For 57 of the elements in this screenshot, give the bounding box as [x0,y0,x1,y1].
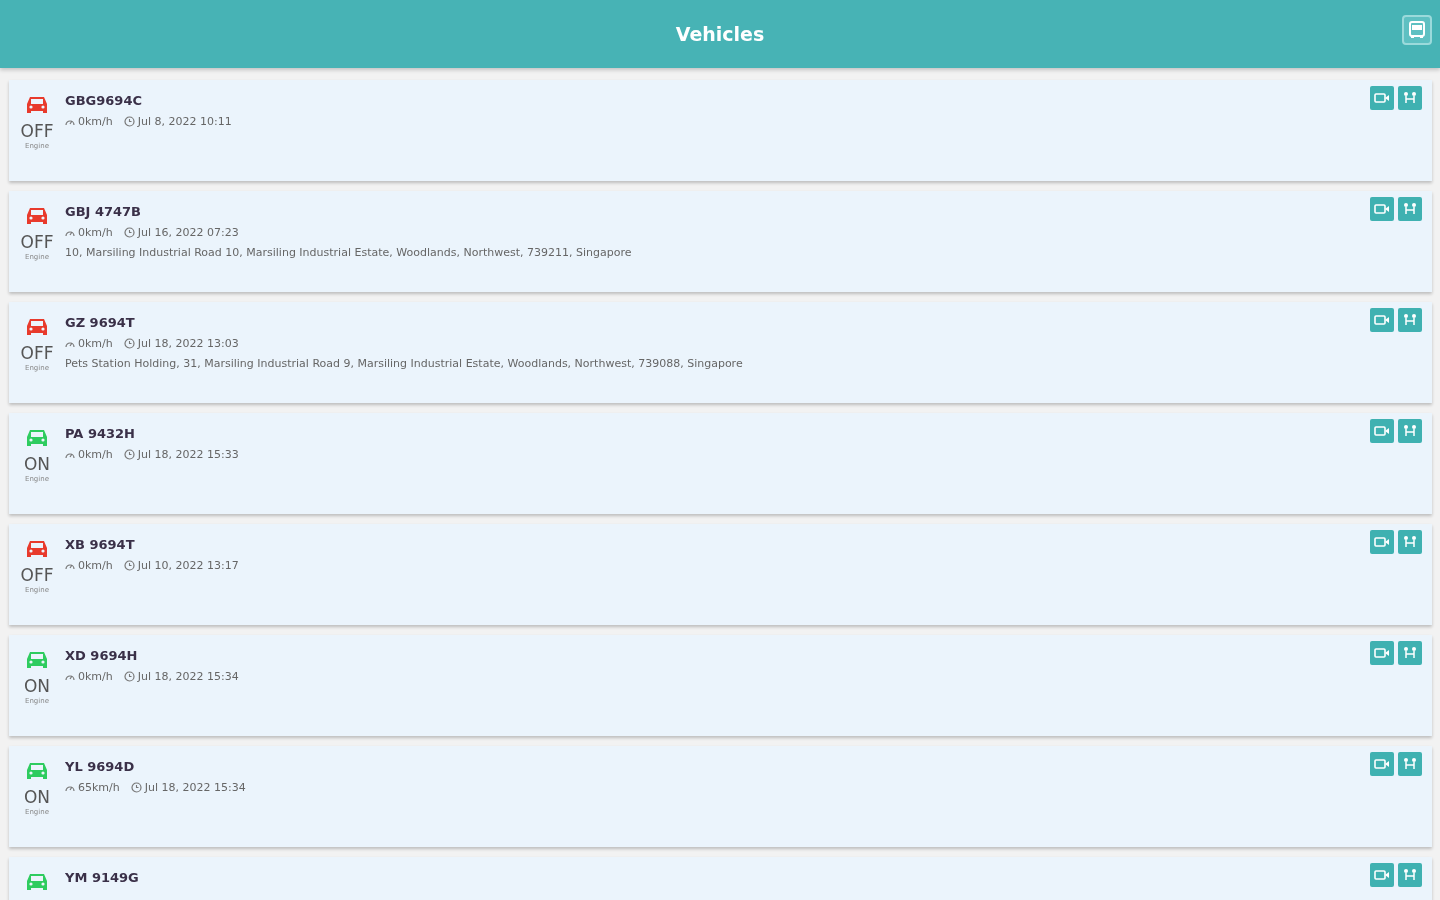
bus-icon[interactable] [1402,15,1432,45]
engine-status: OFF [20,342,54,364]
video-icon[interactable] [1370,197,1394,221]
engine-status: OFF [20,120,54,142]
timestamp-text: Jul 18, 2022 13:03 [137,337,239,350]
engine-status: ON [23,786,51,808]
timestamp-text: Jul 10, 2022 13:17 [137,559,239,572]
video-icon[interactable] [1370,752,1394,776]
route-icon[interactable] [1398,530,1422,554]
timestamp-text: Jul 18, 2022 15:34 [144,781,246,794]
vehicle-card[interactable]: YM 9149G [9,857,1432,900]
clock-icon [123,116,135,127]
plate-number: GBG9694C [65,93,143,108]
speed-text: 0km/h [78,115,113,128]
clock-icon [123,449,135,460]
engine-status: ON [23,675,51,697]
speed-text: 65km/h [78,781,120,794]
video-icon[interactable] [1370,863,1394,887]
video-icon[interactable] [1370,641,1394,665]
clock-icon [130,782,142,793]
video-icon[interactable] [1370,419,1394,443]
speed-text: 0km/h [78,670,113,683]
clock-icon [123,338,135,349]
video-icon[interactable] [1370,86,1394,110]
clock-icon [123,227,135,238]
route-icon[interactable] [1398,308,1422,332]
video-icon[interactable] [1370,308,1394,332]
speed-text: 0km/h [78,337,113,350]
engine-status: OFF [20,231,54,253]
plate-number: XD 9694H [65,648,139,663]
engine-status: OFF [20,564,54,586]
route-icon[interactable] [1398,419,1422,443]
speed-text: 0km/h [78,448,113,461]
timestamp-text: Jul 8, 2022 10:11 [137,115,232,128]
address-text: Pets Station Holding, 31, Marsiling Industrial Road 9, Marsiling Industrial Estate, Woodlands, Northwest, 739088, Singapore [65,357,744,370]
speed-text: 0km/h [78,226,113,239]
route-icon[interactable] [1398,197,1422,221]
clock-icon [123,560,135,571]
timestamp-text: Jul 18, 2022 15:34 [137,670,239,683]
route-icon[interactable] [1398,86,1422,110]
plate-number: GBJ 4747B [65,204,143,219]
plate-number: YL 9694D [65,759,136,774]
timestamp-text: Jul 18, 2022 15:33 [137,448,239,461]
page-title: Vehicles [675,23,765,45]
plate-number: GZ 9694T [65,315,136,330]
address-text: 10, Marsiling Industrial Road 10, Marsiling Industrial Estate, Woodlands, Northwest, 739211, Singapore [65,246,633,259]
route-icon[interactable] [1398,641,1422,665]
engine-status: ON [23,453,51,475]
video-icon[interactable] [1370,530,1394,554]
route-icon[interactable] [1398,863,1422,887]
plate-number: XB 9694T [65,537,136,552]
clock-icon [123,671,135,682]
speed-text: 0km/h [78,559,113,572]
timestamp-text: Jul 16, 2022 07:23 [137,226,239,239]
plate-number: YM 9149G [65,870,140,885]
route-icon[interactable] [1398,752,1422,776]
plate-number: PA 9432H [65,426,136,441]
